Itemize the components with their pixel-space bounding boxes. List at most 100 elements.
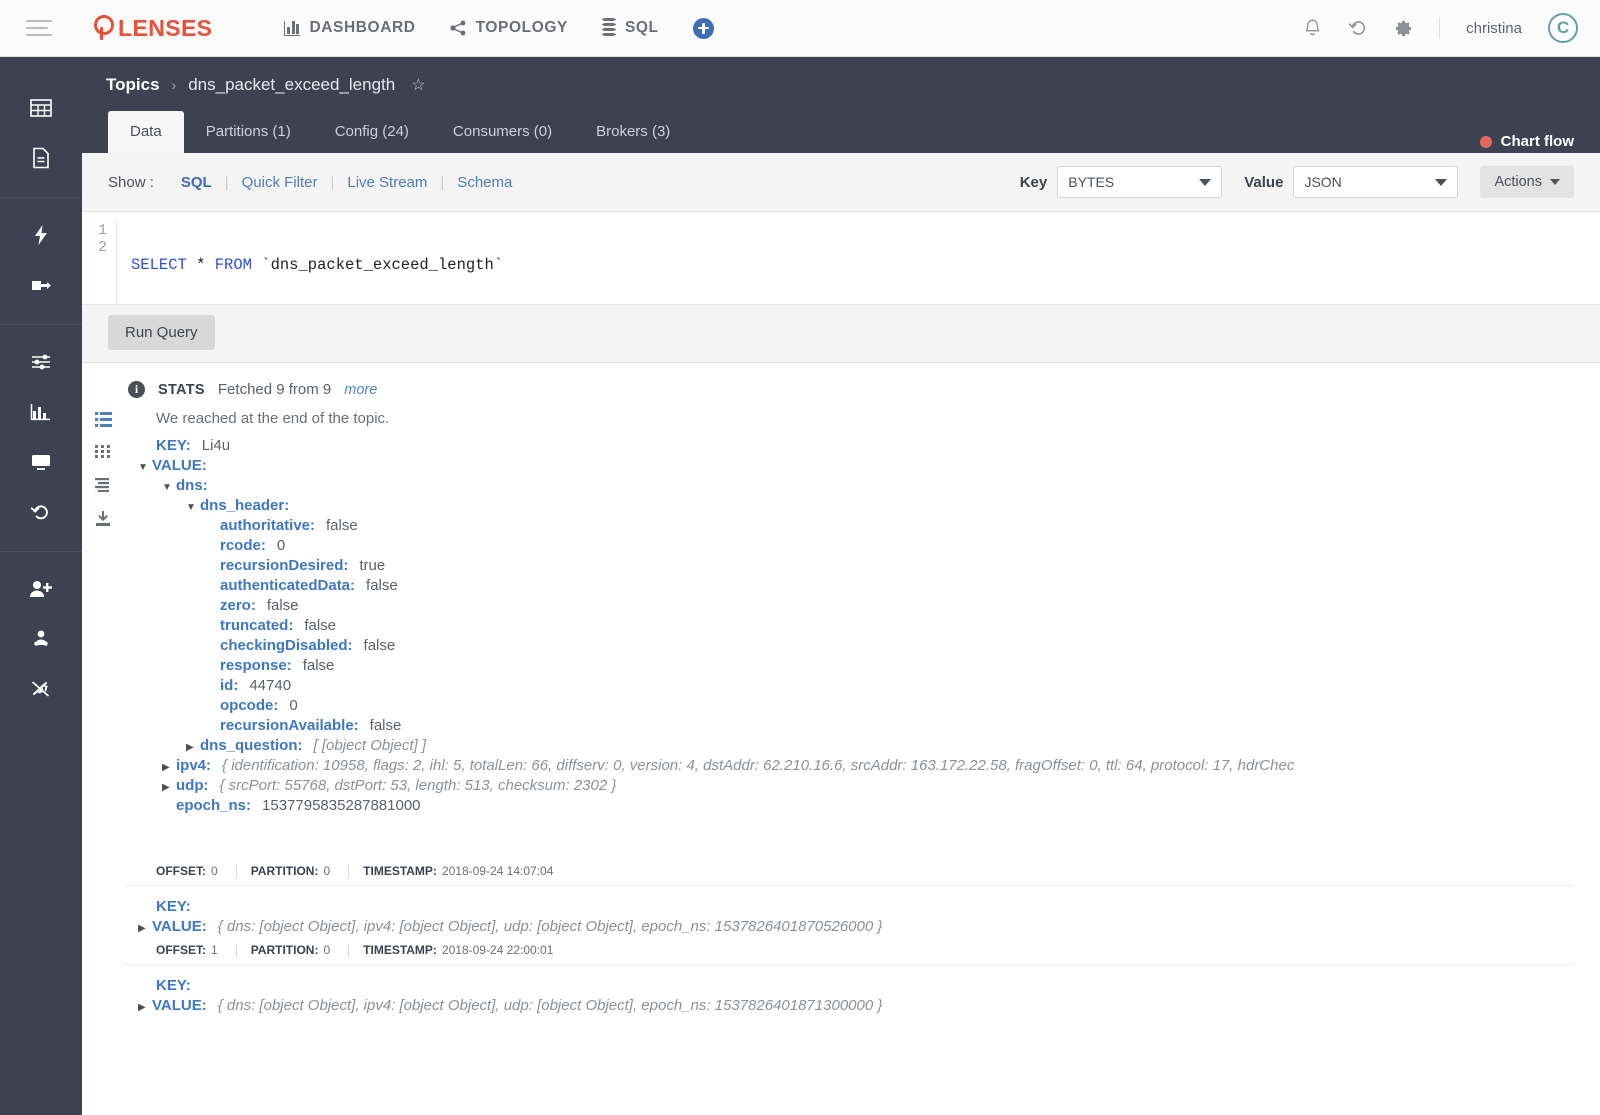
actions-button[interactable]: Actions xyxy=(1480,166,1574,198)
record-0: KEY: Li4u VALUE: dns: xyxy=(124,435,1574,886)
field-dns[interactable]: dns: xyxy=(124,475,1574,495)
divider xyxy=(235,864,237,878)
value-label: VALUE: xyxy=(152,917,207,935)
collapse-arrow-icon[interactable] xyxy=(138,463,152,473)
dns-header-fields: authoritative: false rcode: 0 recursionD… xyxy=(124,515,1574,735)
field-value: false xyxy=(302,656,335,674)
expand-arrow-icon[interactable] xyxy=(186,743,200,753)
field-udp[interactable]: udp: { srcPort: 55768, dstPort: 53, leng… xyxy=(124,775,1574,795)
field-key: opcode: xyxy=(220,696,279,714)
show-link-schema[interactable]: Schema xyxy=(444,174,525,191)
field-key: checkingDisabled: xyxy=(220,636,353,654)
sidebar-item-history[interactable] xyxy=(0,487,82,537)
field-key: rcode: xyxy=(220,536,266,554)
divider xyxy=(348,864,350,878)
line-number: 2 xyxy=(98,240,107,256)
divider xyxy=(1439,17,1441,39)
record-value-row[interactable]: VALUE: { dns: [object Object], ipv4: [ob… xyxy=(124,995,1574,1015)
field-authoritative: authoritative: false xyxy=(124,515,1574,535)
stats-more-link[interactable]: more xyxy=(344,382,377,398)
sidebar-item-processors[interactable] xyxy=(0,210,82,260)
documents-icon xyxy=(33,147,49,169)
offset-value: 1 xyxy=(211,943,218,957)
breadcrumb-root[interactable]: Topics xyxy=(106,75,160,95)
nav-item-topology[interactable]: TOPOLOGY xyxy=(449,19,568,37)
username-label: christina xyxy=(1466,19,1522,37)
results-content: We reached at the end of the topic. KEY:… xyxy=(124,408,1600,1015)
field-zero: zero: false xyxy=(124,595,1574,615)
field-key: authoritative: xyxy=(220,516,316,534)
field-ipv4[interactable]: ipv4: { identification: 10958, flags: 2,… xyxy=(124,755,1574,775)
tree-view-icon[interactable] xyxy=(82,478,124,511)
run-query-button[interactable]: Run Query xyxy=(108,315,215,350)
key-label: KEY: xyxy=(156,976,191,994)
stats-bar: i STATS Fetched 9 from 9 more xyxy=(82,363,1600,408)
collapse-arrow-icon[interactable] xyxy=(162,483,176,493)
breadcrumb: Topics › dns_packet_exceed_length ☆ xyxy=(106,75,1576,111)
rail-group-admin xyxy=(0,552,82,728)
sidebar-item-audit[interactable] xyxy=(0,664,82,714)
expand-arrow-icon[interactable] xyxy=(138,1003,152,1013)
history-icon[interactable] xyxy=(1348,18,1368,38)
metrics-icon xyxy=(30,404,50,421)
info-icon: i xyxy=(128,381,145,398)
key-format-select[interactable]: BYTES xyxy=(1057,166,1223,198)
list-view-icon[interactable] xyxy=(82,412,124,445)
field-key: truncated: xyxy=(220,616,294,634)
sidebar-item-user-groups[interactable] xyxy=(0,614,82,664)
avatar[interactable]: C xyxy=(1548,13,1578,43)
show-link-quick-filter[interactable]: Quick Filter xyxy=(229,174,331,191)
tab-partitions[interactable]: Partitions (1) xyxy=(184,111,313,153)
expand-arrow-icon[interactable] xyxy=(138,924,152,934)
share-nodes-icon xyxy=(449,20,467,36)
chart-flow-toggle[interactable]: Chart flow xyxy=(1479,133,1574,150)
sidebar-item-documents[interactable] xyxy=(0,133,82,183)
offset-label: OFFSET: xyxy=(156,943,206,957)
collapse-arrow-icon[interactable] xyxy=(186,503,200,513)
favorite-star-icon[interactable]: ☆ xyxy=(411,75,425,95)
key-value: Li4u xyxy=(201,436,231,454)
audit-icon xyxy=(32,681,49,697)
gear-icon[interactable] xyxy=(1394,19,1413,38)
expand-arrow-icon[interactable] xyxy=(162,763,176,773)
rail-group-monitoring xyxy=(0,325,82,552)
value-format-select[interactable]: JSON xyxy=(1293,166,1459,198)
user-groups-icon xyxy=(34,630,48,646)
sidebar-item-metrics[interactable] xyxy=(0,387,82,437)
tab-consumers[interactable]: Consumers (0) xyxy=(431,111,574,153)
record-1: KEY: VALUE: { dns: [object Object], ipv4… xyxy=(124,886,1574,965)
grid-view-icon[interactable] xyxy=(82,445,124,478)
expand-arrow-icon[interactable] xyxy=(162,783,176,793)
brand-name: LENSES xyxy=(118,14,213,41)
sidebar-item-settings[interactable] xyxy=(0,337,82,387)
tab-data[interactable]: Data xyxy=(108,111,184,153)
field-key: id: xyxy=(220,676,239,694)
bell-icon[interactable] xyxy=(1303,18,1322,38)
editor-gutter: 1 2 xyxy=(82,220,116,304)
value-format-value: JSON xyxy=(1304,174,1342,190)
brand-logo[interactable]: LENSES xyxy=(92,15,212,42)
sql-editor[interactable]: 1 2 SELECT * FROM `dns_packet_exceed_len… xyxy=(82,212,1600,325)
record-value-row[interactable]: VALUE: { dns: [object Object], ipv4: [ob… xyxy=(124,916,1574,936)
field-dns-question[interactable]: dns_question: [ [object Object] ] xyxy=(124,735,1574,755)
tab-config[interactable]: Config (24) xyxy=(313,111,431,153)
field-truncated: truncated: false xyxy=(124,615,1574,635)
record-value-row[interactable]: VALUE: xyxy=(124,455,1574,475)
sidebar-item-connectors[interactable] xyxy=(0,260,82,310)
show-link-sql[interactable]: SQL xyxy=(168,174,225,191)
show-link-live-stream[interactable]: Live Stream xyxy=(334,174,440,191)
editor-code[interactable]: SELECT * FROM `dns_packet_exceed_length`… xyxy=(116,220,1600,325)
partition-label: PARTITION: xyxy=(250,943,319,957)
nav-item-dashboard[interactable]: DASHBOARD xyxy=(284,19,415,37)
plus-circle-icon[interactable] xyxy=(692,17,714,39)
sql-keyword-select: SELECT xyxy=(131,256,187,274)
field-dns-header[interactable]: dns_header: xyxy=(124,495,1574,515)
field-key: recursionAvailable: xyxy=(220,716,359,734)
sidebar-item-add-user[interactable] xyxy=(0,564,82,614)
sidebar-item-topics[interactable] xyxy=(0,83,82,133)
nav-item-sql[interactable]: SQL xyxy=(601,18,659,38)
sidebar-item-monitor[interactable] xyxy=(0,437,82,487)
menu-toggle-icon[interactable] xyxy=(26,20,52,36)
download-icon[interactable] xyxy=(82,511,124,544)
tab-brokers[interactable]: Brokers (3) xyxy=(574,111,692,153)
